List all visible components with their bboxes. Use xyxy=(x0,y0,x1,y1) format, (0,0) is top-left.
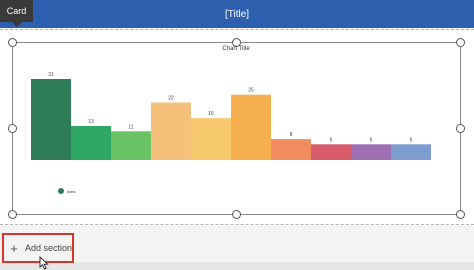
bar[interactable] xyxy=(271,139,311,160)
bar[interactable] xyxy=(31,79,71,160)
bar-value-label: 16 xyxy=(208,111,214,117)
bar-value-label: 6 xyxy=(410,137,413,143)
card-title-bar[interactable]: [Title] xyxy=(0,0,474,28)
chart-title: Chart Title xyxy=(222,46,250,52)
bar-value-label: 22 xyxy=(168,96,174,102)
bar-chart[interactable]: Chart Title 31 13 11 22 16 25 8 6 6 6 Area xyxy=(13,43,460,214)
section-top-border xyxy=(0,29,474,30)
card-title: [Title] xyxy=(224,8,250,20)
add-section-label: Add section xyxy=(24,243,73,253)
bar[interactable] xyxy=(311,144,351,160)
bar-value-label: 13 xyxy=(88,119,94,125)
bar-value-label: 8 xyxy=(290,132,293,138)
card-tooltip-text: Card xyxy=(6,6,27,16)
report-canvas: [Title] Card Chart Title 31 13 11 22 16 25 8 6 6… xyxy=(0,0,474,270)
legend-label: Area xyxy=(67,189,76,194)
section-bottom-border xyxy=(0,224,474,225)
add-section-button[interactable]: + Add section xyxy=(2,233,74,263)
bar[interactable] xyxy=(151,102,191,161)
bar[interactable] xyxy=(351,144,391,160)
legend-swatch xyxy=(58,188,64,194)
bar-value-label: 6 xyxy=(370,137,373,143)
bar[interactable] xyxy=(111,131,151,160)
card-tooltip-label: Card xyxy=(0,0,33,27)
bar-value-label: 31 xyxy=(48,72,54,78)
bar[interactable] xyxy=(231,94,271,160)
bottom-scroll-strip xyxy=(0,262,474,270)
bar[interactable] xyxy=(71,126,111,160)
mouse-pointer-icon xyxy=(39,256,49,270)
bar-value-label: 11 xyxy=(128,124,133,130)
bar[interactable] xyxy=(391,144,431,160)
bar[interactable] xyxy=(191,118,231,160)
plus-icon: + xyxy=(10,240,18,256)
bar-value-label: 25 xyxy=(248,88,254,94)
bar-value-label: 6 xyxy=(330,137,333,143)
